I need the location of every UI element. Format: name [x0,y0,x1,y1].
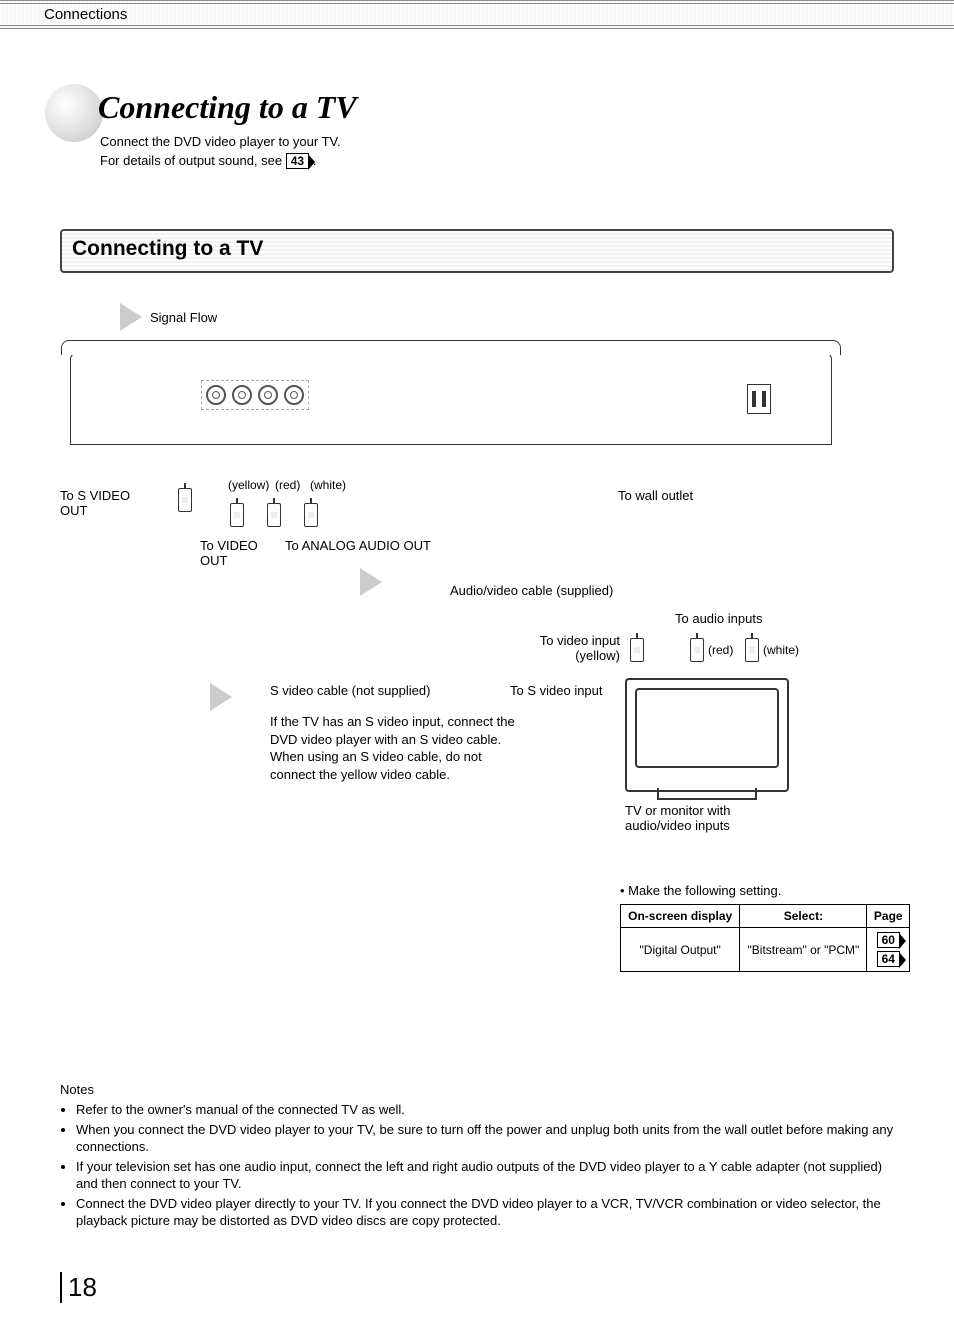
page-ref-64: 64 [877,951,900,967]
note-item: Refer to the owner's manual of the conne… [76,1101,894,1119]
settings-th-display: On-screen display [621,905,740,928]
plug-white-in-icon [745,638,759,662]
label-svideo-input: To S video input [510,683,603,698]
plug-red-icon [267,503,281,527]
plug-white-icon [304,503,318,527]
plug-red-in-icon [690,638,704,662]
signal-flow-legend: Signal Flow [120,303,217,331]
notes-list: Refer to the owner's manual of the conne… [60,1101,894,1230]
label-video-input: To video input (yellow) [510,633,620,663]
arrow-icon [360,568,382,596]
label-white-top: (white) [310,478,346,492]
note-item: Connect the DVD video player directly to… [76,1195,894,1230]
notes-heading: Notes [60,1082,894,1097]
settings-td-display: "Digital Output" [621,928,740,972]
label-av-cable: Audio/video cable (supplied) [450,583,613,598]
settings-table: On-screen display Select: Page "Digital … [620,904,910,972]
label-white-bottom: (white) [763,643,799,657]
tv-screen-icon [635,688,779,768]
tv-caption: TV or monitor with audio/video inputs [625,803,795,833]
note-item: If your television set has one audio inp… [76,1158,894,1193]
connection-diagram: Signal Flow To S VIDEO OUT (yellow) (red… [60,293,894,853]
svideo-jack-icon [206,385,226,405]
label-red-bottom: (red) [708,643,733,657]
label-red-top: (red) [275,478,300,492]
settings-th-select: Select: [740,905,867,928]
settings-intro: • Make the following setting. [620,883,910,898]
settings-block: • Make the following setting. On-screen … [620,883,910,972]
svideo-note: If the TV has an S video input, connect … [270,713,520,783]
tv-stand-icon [657,788,757,800]
signal-flow-label: Signal Flow [150,310,217,325]
svideo-flow-arrow [210,683,232,711]
settings-intro-text: Make the following setting. [628,883,781,898]
label-yellow-top: (yellow) [228,478,269,492]
label-audio-inputs: To audio inputs [675,611,762,626]
label-analog-audio: To ANALOG AUDIO OUT [285,538,431,553]
dvd-player-outline [70,353,832,445]
label-svideo-cable: S video cable (not supplied) [270,683,430,698]
plug-video-in-icon [630,638,644,662]
note-item: When you connect the DVD video player to… [76,1121,894,1156]
notes-section: Notes Refer to the owner's manual of the… [60,1082,894,1230]
intro-line-1: Connect the DVD video player to your TV. [100,134,894,149]
section-tab: Connections [0,0,954,29]
page-ref-60: 60 [877,932,900,948]
audio-l-jack-icon [258,385,278,405]
tv-icon [625,678,789,792]
plug-yellow-icon [230,503,244,527]
page-title: Connecting to a TV [98,89,894,126]
intro-line-2a: For details of output sound, see [100,153,286,168]
video-jack-icon [232,385,252,405]
intro-line-2: For details of output sound, see 43 . [100,153,894,169]
label-video-out: To VIDEO OUT [200,538,280,568]
label-svideo-out: To S VIDEO OUT [60,488,160,518]
settings-td-select: "Bitstream" or "PCM" [740,928,867,972]
arrow-icon [120,303,142,331]
settings-th-page: Page [867,905,910,928]
label-video-input-a: To video input [540,633,620,648]
av-flow-arrow [360,568,382,596]
rear-ports [201,380,309,410]
power-inlet-icon [747,384,771,414]
arrow-icon [210,683,232,711]
label-wall: To wall outlet [618,488,693,503]
audio-r-jack-icon [284,385,304,405]
plug-svideo-icon [178,488,192,512]
page-number: 18 [60,1272,97,1303]
page-ref-43: 43 [286,153,309,169]
label-video-input-b: (yellow) [575,648,620,663]
settings-td-page: 60 64 [867,928,910,972]
decorative-sphere [45,84,103,142]
section-heading: Connecting to a TV [60,229,894,273]
